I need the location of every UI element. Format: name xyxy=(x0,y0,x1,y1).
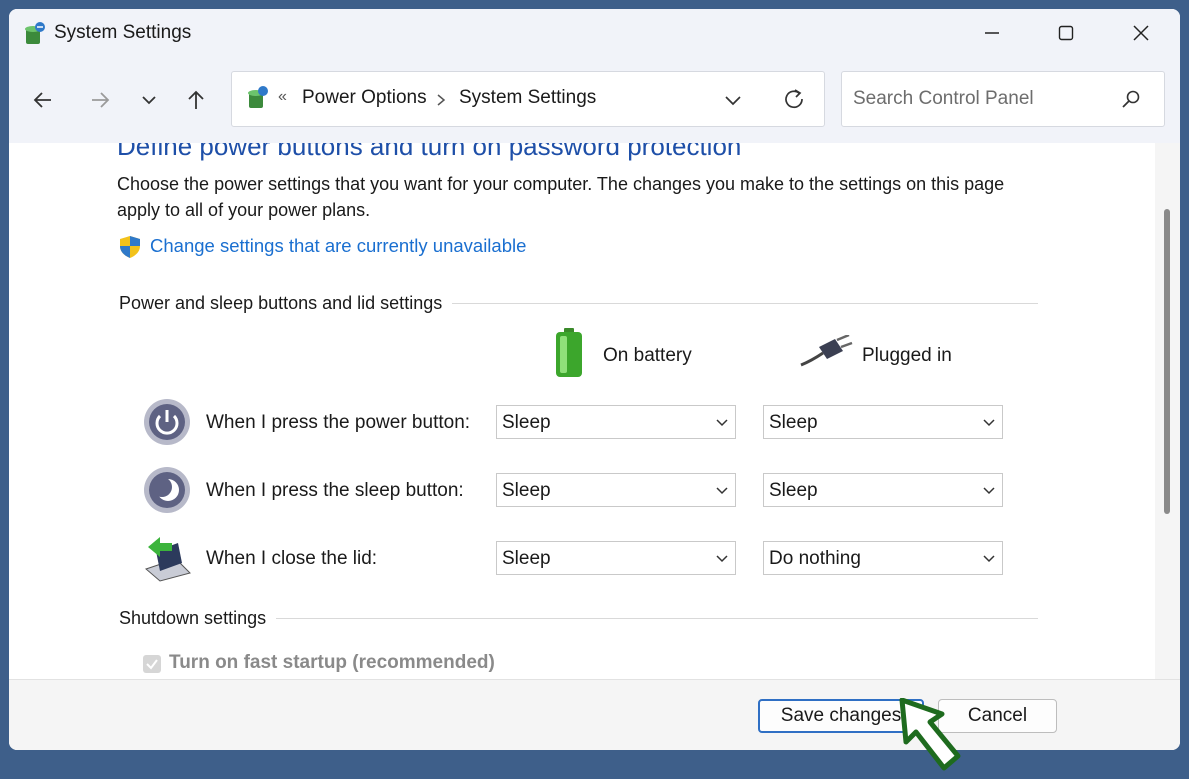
sleep-moon-icon xyxy=(144,467,190,513)
search-input[interactable]: Search Control Panel xyxy=(853,88,1034,110)
fast-startup-checkbox[interactable] xyxy=(143,655,161,673)
sleep-button-on-battery-select[interactable]: Sleep xyxy=(496,473,736,507)
uac-shield-icon xyxy=(120,236,140,258)
chevron-down-icon xyxy=(983,419,995,427)
breadcrumb-system-settings[interactable]: System Settings xyxy=(459,87,596,109)
power-plug-icon xyxy=(800,335,853,367)
power-button-on-battery-select[interactable]: Sleep xyxy=(496,405,736,439)
on-battery-header: On battery xyxy=(603,345,692,366)
arrow-right-icon xyxy=(92,92,110,108)
search-box[interactable]: Search Control Panel xyxy=(841,71,1165,127)
dialog-footer: Save changes Cancel xyxy=(9,679,1180,750)
navigation-bar: « Power Options System Settings Search C… xyxy=(9,57,1180,143)
power-section-title: Power and sleep buttons and lid settings xyxy=(119,293,453,314)
close-lid-label: When I close the lid: xyxy=(206,548,378,569)
control-panel-icon xyxy=(25,22,45,44)
select-value: Sleep xyxy=(502,480,551,501)
up-button[interactable] xyxy=(178,83,214,117)
close-lid-on-battery-select[interactable]: Sleep xyxy=(496,541,736,575)
search-icon xyxy=(1122,90,1140,108)
chevron-down-icon xyxy=(142,96,156,105)
chevron-down-icon xyxy=(716,487,728,495)
breadcrumb-power-options[interactable]: Power Options xyxy=(302,87,427,109)
sleep-button-plugged-in-select[interactable]: Sleep xyxy=(763,473,1003,507)
plugged-in-header: Plugged in xyxy=(862,345,952,366)
select-value: Sleep xyxy=(769,480,818,501)
minimize-button[interactable] xyxy=(961,9,1023,57)
page-heading: Define power buttons and turn on passwor… xyxy=(117,143,742,161)
chevron-down-icon xyxy=(983,555,995,563)
arrow-up-icon xyxy=(188,90,204,109)
laptop-lid-icon xyxy=(145,537,191,582)
close-lid-plugged-in-select[interactable]: Do nothing xyxy=(763,541,1003,575)
back-button[interactable] xyxy=(25,83,61,117)
refresh-icon[interactable] xyxy=(782,87,806,111)
chevron-down-icon xyxy=(716,555,728,563)
sleep-button-label: When I press the sleep button: xyxy=(206,480,464,501)
power-button-label: When I press the power button: xyxy=(206,412,471,433)
address-dropdown-icon[interactable] xyxy=(722,89,744,111)
page-description: Choose the power settings that you want … xyxy=(117,174,1005,220)
power-button-plugged-in-select[interactable]: Sleep xyxy=(763,405,1003,439)
battery-icon xyxy=(556,328,582,377)
title-bar: System Settings xyxy=(9,9,1180,57)
chevron-down-icon xyxy=(716,419,728,427)
annotation-arrow-icon xyxy=(899,698,961,771)
main-content: Define power buttons and turn on passwor… xyxy=(9,143,1180,679)
select-value: Sleep xyxy=(769,412,818,433)
scrollbar-thumb[interactable] xyxy=(1164,209,1170,514)
checkmark-icon xyxy=(146,659,158,670)
change-settings-link[interactable]: Change settings that are currently unava… xyxy=(150,235,526,257)
minimize-icon xyxy=(985,32,999,34)
chevron-down-icon xyxy=(983,487,995,495)
address-box[interactable]: « Power Options System Settings xyxy=(231,71,825,127)
shutdown-section-title: Shutdown settings xyxy=(119,608,277,629)
forward-button[interactable] xyxy=(82,83,118,117)
select-value: Sleep xyxy=(502,412,551,433)
select-value: Do nothing xyxy=(769,548,861,569)
power-icon xyxy=(144,399,190,445)
recent-locations-button[interactable] xyxy=(131,83,167,117)
fast-startup-label: Turn on fast startup (recommended) xyxy=(169,652,495,673)
control-panel-icon xyxy=(248,86,268,108)
breadcrumb-overflow[interactable]: « xyxy=(278,88,287,106)
arrow-left-icon xyxy=(33,92,51,108)
breadcrumb-separator-icon xyxy=(437,94,446,106)
window-title: System Settings xyxy=(54,22,192,43)
maximize-button[interactable] xyxy=(1035,9,1097,57)
vertical-scrollbar[interactable] xyxy=(1155,143,1180,679)
close-icon xyxy=(1133,25,1149,41)
close-button[interactable] xyxy=(1110,9,1172,57)
system-settings-window: System Settings « Power Options System S… xyxy=(9,9,1180,750)
select-value: Sleep xyxy=(502,548,551,569)
maximize-icon xyxy=(1058,25,1074,41)
